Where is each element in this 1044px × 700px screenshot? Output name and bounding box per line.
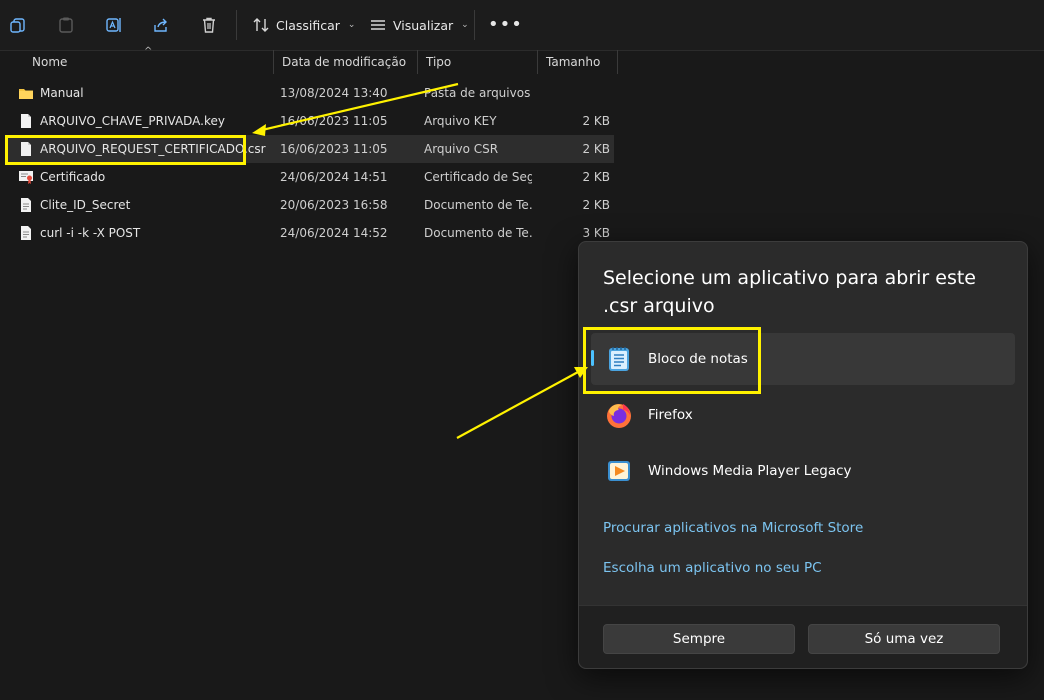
arrow-to-app [456, 367, 588, 439]
annotation-arrows [252, 82, 588, 439]
arrow-to-file [252, 82, 459, 136]
